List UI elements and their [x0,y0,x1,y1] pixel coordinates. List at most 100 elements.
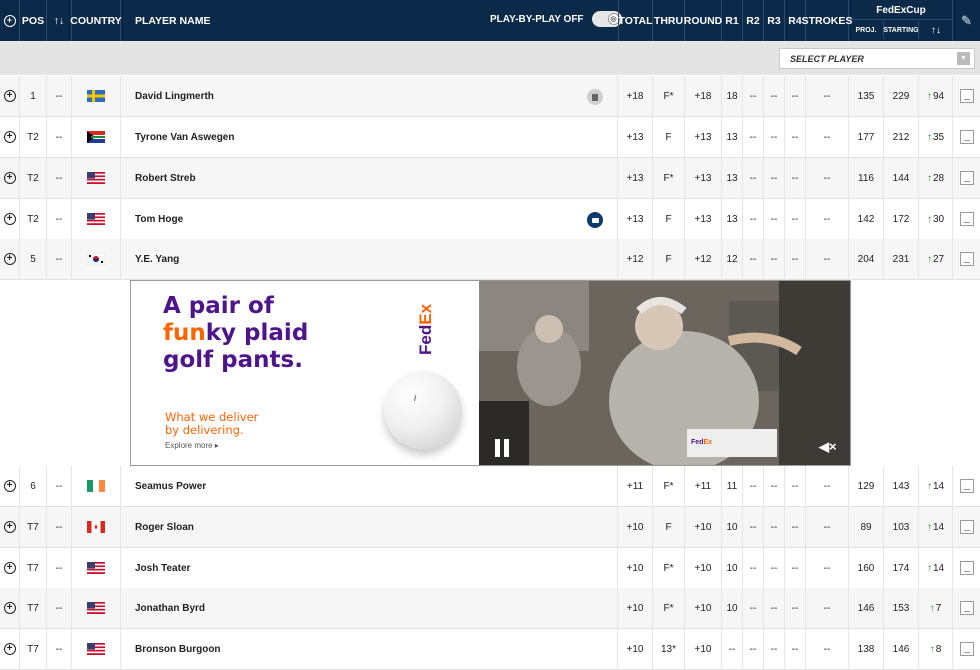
select-checkbox[interactable] [953,239,980,279]
player-name[interactable]: Bronson Burgoon [121,629,618,669]
player-name[interactable]: Robert Streb [121,158,618,198]
cell-proj: 135 [849,76,884,116]
scorecard-icon[interactable] [587,89,603,105]
header-starting[interactable]: STARTING [883,21,919,39]
cell-total: +10 [618,588,653,628]
cell-round: +18 [685,76,722,116]
cell-starting: 212 [884,117,919,157]
select-checkbox[interactable] [953,588,980,628]
header-pos[interactable]: POS [20,0,47,41]
play-by-play-toggle[interactable]: PLAY-BY-PLAY OFF ◎ [490,11,622,27]
fedexcup-divider [849,19,953,20]
table-row[interactable]: + T2 -- Robert Streb +13 F* +13 13 -- -- -- -- 116 14… [0,158,980,199]
table-row[interactable]: + T2 -- Tyrone Van Aswegen +13 F +13 13 -- -- -- --… [0,117,980,158]
cell-strokes: -- [806,507,849,547]
header-strokes[interactable]: STROKES [802,0,852,41]
expand-row-icon[interactable]: + [0,239,20,279]
header-thru[interactable]: THRU [653,0,685,41]
cell-r2: -- [743,466,764,506]
fedex-move-value: 14 [932,562,945,574]
fedex-move-cell: ↑ 30 [919,199,953,239]
cell-round: +10 [685,507,722,547]
select-checkbox[interactable] [953,199,980,239]
header-round[interactable]: ROUND [684,0,722,41]
cell-pos: T7 [20,507,47,547]
select-checkbox[interactable] [953,158,980,198]
player-name[interactable]: Seamus Power [121,466,618,506]
cell-proj: 138 [849,629,884,669]
select-player-dropdown[interactable]: SELECT PLAYER ▼ [779,48,975,69]
header-r2[interactable]: R2 [743,0,764,41]
expand-row-icon[interactable]: + [0,548,20,588]
select-checkbox[interactable] [953,117,980,157]
cell-r3: -- [764,117,785,157]
arrow-up-icon: ↑ [926,480,932,492]
table-row[interactable]: + T7 -- Jonathan Byrd +10 F* +10 10 -- -- -- -- 146 1… [0,588,980,629]
cell-r1: 13 [722,158,743,198]
table-row[interactable]: + T7 -- Roger Sloan +10 F +10 10 -- -- -- -- 89 103 ↑ 1… [0,507,980,548]
cell-r1: 10 [722,507,743,547]
header-total[interactable]: TOTAL [618,0,653,41]
table-row[interactable]: + T2 -- Tom Hoge +13 F +13 13 -- -- -- -- 142 172 ↑ 30 [0,199,980,240]
country-flag-usa-icon [72,548,121,588]
select-checkbox[interactable] [953,507,980,547]
expand-row-icon[interactable]: + [0,588,20,628]
player-name[interactable]: Josh Teater [121,548,618,588]
expand-row-icon[interactable]: + [0,158,20,198]
edit-pencil-icon[interactable]: ✎ [953,0,980,41]
select-checkbox[interactable] [953,76,980,116]
player-name[interactable]: David Lingmerth [121,76,618,116]
expand-row-icon[interactable]: + [0,629,20,669]
player-name[interactable]: Tom Hoge [121,199,618,239]
expand-row-icon[interactable]: + [0,76,20,116]
video-camera-icon[interactable] [587,212,603,228]
expand-row-icon[interactable]: + [0,507,20,547]
expand-row-icon[interactable]: + [0,199,20,239]
cell-r3: -- [764,466,785,506]
cell-move: -- [47,629,72,669]
cell-pos: 1 [20,76,47,116]
header-r1[interactable]: R1 [722,0,743,41]
header-country[interactable]: COUNTRY [70,0,122,41]
fedex-move-value: 8 [935,643,942,655]
cell-starting: 144 [884,158,919,198]
header-fedex-move[interactable]: ↑↓ [919,21,953,39]
expand-row-icon[interactable]: + [0,466,20,506]
pause-icon[interactable] [495,439,509,457]
ad-video[interactable]: FedEx [479,281,850,465]
arrow-up-icon: ↑ [926,253,932,265]
player-name[interactable]: Jonathan Byrd [121,588,618,628]
expand-row-icon[interactable]: + [0,117,20,157]
select-checkbox[interactable] [953,548,980,588]
country-flag-usa-icon [72,588,121,628]
expand-all-icon[interactable]: + [0,0,20,41]
cell-proj: 160 [849,548,884,588]
select-checkbox[interactable] [953,629,980,669]
player-name[interactable]: Tyrone Van Aswegen [121,117,618,157]
country-flag-sweden-icon [72,76,121,116]
cell-move: -- [47,548,72,588]
cell-r3: -- [764,158,785,198]
header-move[interactable]: ↑↓ [47,0,72,41]
player-name[interactable]: Roger Sloan [121,507,618,547]
country-flag-south-korea-icon [72,239,121,279]
table-row[interactable]: + T7 -- Josh Teater +10 F* +10 10 -- -- -- -- 160 174… [0,548,980,589]
select-checkbox[interactable] [953,466,980,506]
table-row[interactable]: +6 -- Seamus Power +11 F* +11 11 -- -- -- -- 129 143… [0,466,980,507]
fedexcup-title: FedExCup [876,5,926,16]
player-name[interactable]: Y.E. Yang [121,239,618,279]
mute-icon[interactable]: ◀× [819,439,837,455]
select-player-label: SELECT PLAYER [790,53,864,64]
explore-more-link[interactable]: Explore more ▸ [165,441,219,450]
fedex-move-cell: ↑ 14 [919,507,953,547]
table-row[interactable]: +1 -- David Lingmerth +18 F* +18 18 -- -- -- -- 135… [0,76,980,117]
fedex-advertisement[interactable]: A pair of funky plaid golf pants. FedEx … [130,280,851,466]
fedex-move-cell: ↑ 8 [919,629,953,669]
cell-round: +13 [685,158,722,198]
header-r3[interactable]: R3 [764,0,785,41]
table-row[interactable]: +5 -- Y.E. Yang +12 F +12 12 -- -- -- -- 204 231 ↑ 27 [0,239,980,280]
table-row[interactable]: + T7 -- Bronson Burgoon +10 13* +10 -- -- -- -- -- 1… [0,629,980,670]
header-proj[interactable]: PROJ. [849,21,884,39]
cell-move: -- [47,507,72,547]
cell-strokes: -- [806,548,849,588]
